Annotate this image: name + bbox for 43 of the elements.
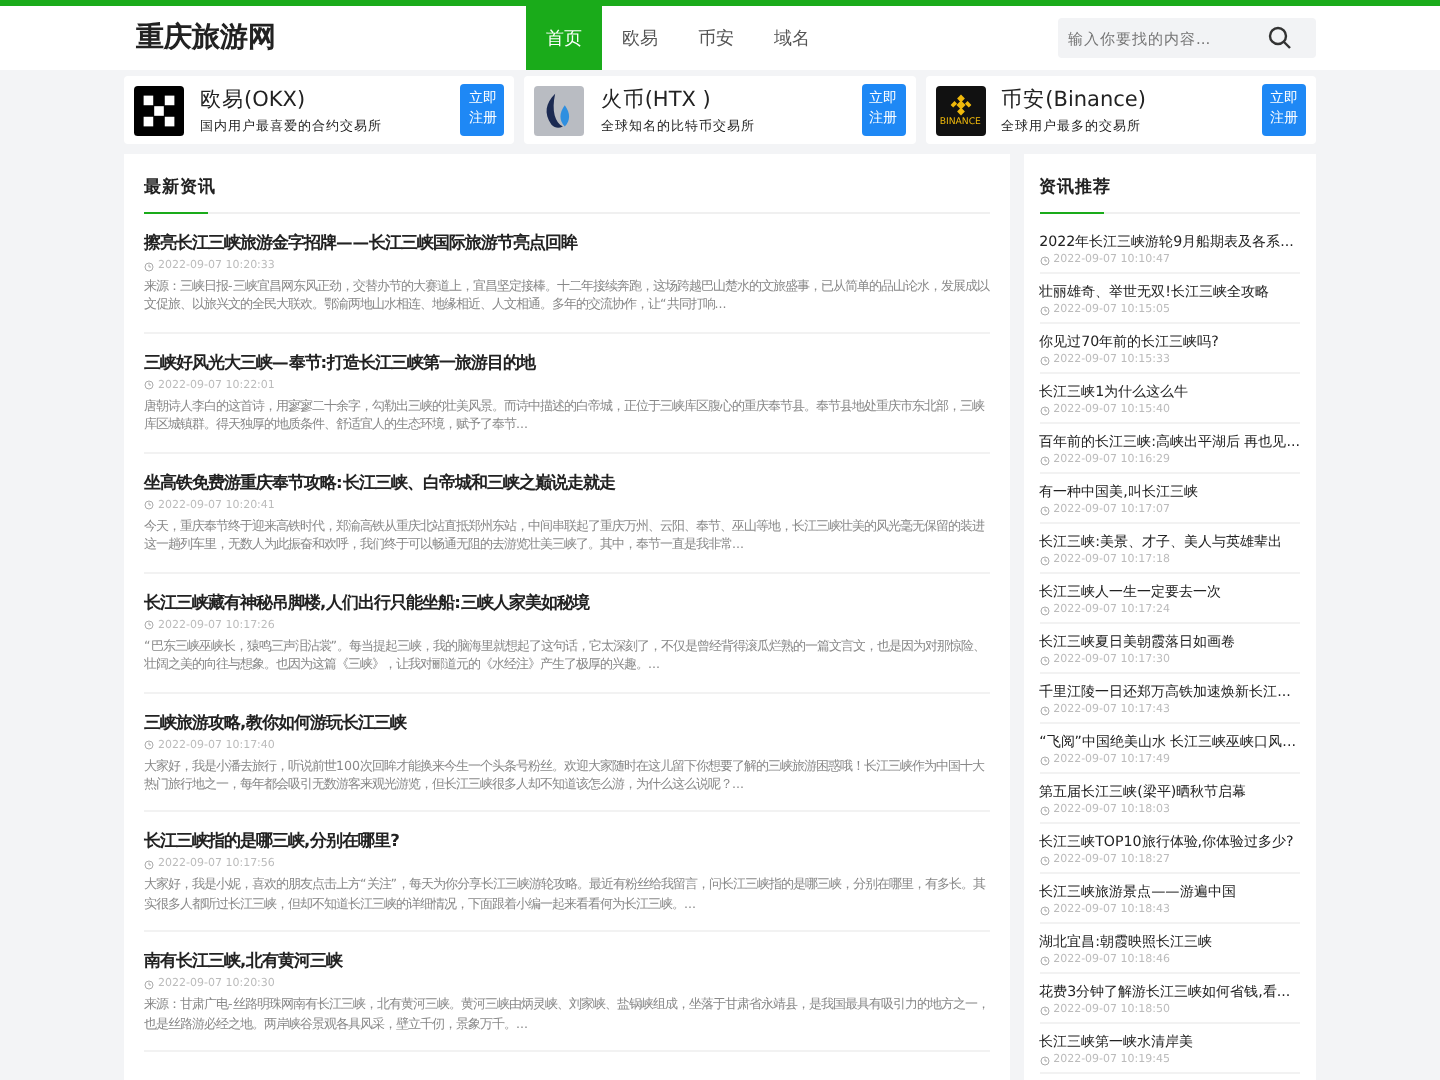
- article-title[interactable]: 长江三峡藏有神秘吊脚楼,人们出行只能坐船:三峡人家美如秘境: [144, 591, 990, 614]
- clock-icon: [1039, 555, 1050, 565]
- clock-icon: [1039, 855, 1050, 865]
- exchange-name: 币安(Binance): [1001, 85, 1148, 113]
- article-title[interactable]: 南有长江三峡,北有黄河三峡: [144, 950, 990, 973]
- section-title: 最新资讯: [144, 174, 990, 214]
- article-title[interactable]: 三峡旅游攻略,教你如何游玩长江三峡: [144, 711, 990, 733]
- clock-icon: [1039, 1005, 1050, 1015]
- nav-tab[interactable]: 域名: [754, 6, 830, 70]
- clock-icon: [1039, 955, 1050, 965]
- clock-icon: [1039, 455, 1050, 465]
- clock-icon: [1039, 905, 1050, 915]
- flame-logo-icon: [534, 85, 585, 135]
- nav-tab[interactable]: 币安: [678, 6, 754, 70]
- exchange-name: 火币(HTX ): [600, 85, 713, 113]
- clock-icon: [1039, 505, 1050, 515]
- clock-icon: [1039, 405, 1050, 415]
- clock-icon: [144, 620, 154, 631]
- clock-icon: [1039, 605, 1050, 615]
- clock-icon: [144, 500, 154, 511]
- clock-icon: [144, 740, 154, 750]
- exchange-name: 欧易(OKX): [200, 85, 308, 113]
- article-title[interactable]: 长江三峡指的是哪三峡,分别在哪里?: [144, 830, 990, 853]
- search-icon[interactable]: [1268, 26, 1292, 50]
- article-title[interactable]: 擦亮长江三峡旅游金字招牌——长江三峡国际旅游节亮点回眸: [144, 232, 990, 254]
- clock-icon: [1039, 1055, 1050, 1065]
- site-logo[interactable]: 重庆旅游网: [136, 20, 526, 56]
- clock-icon: [144, 380, 154, 391]
- clock-icon: [1039, 255, 1050, 265]
- clock-icon: [144, 979, 154, 990]
- clock-icon: [1039, 805, 1050, 815]
- checker-logo-icon: [134, 85, 184, 135]
- clock-icon: [1039, 705, 1050, 715]
- clock-icon: [1039, 655, 1050, 665]
- section-title: 资讯推荐: [1039, 174, 1300, 214]
- clock-icon: [1039, 305, 1050, 315]
- clock-icon: [144, 859, 154, 870]
- clock-icon: [1039, 755, 1050, 765]
- article-title[interactable]: 坐高铁免费游重庆奉节攻略:长江三峡、白帝城和三峡之巅说走就走: [144, 471, 990, 494]
- nav-tab[interactable]: 欧易: [602, 6, 678, 70]
- article-title[interactable]: 三峡好风光大三峡—奉节:打造长江三峡第一旅游目的地: [144, 351, 990, 374]
- clock-icon: [144, 261, 154, 271]
- clock-icon: [1039, 355, 1050, 365]
